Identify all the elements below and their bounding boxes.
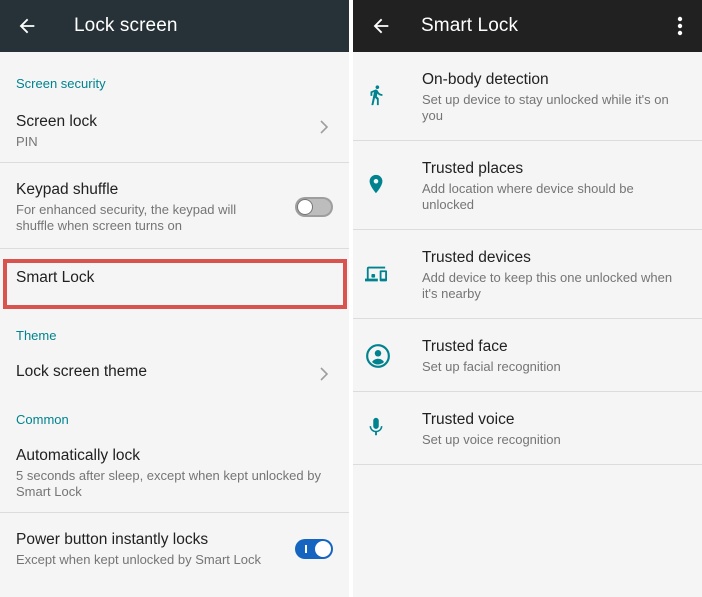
smart-lock-title: Smart Lock <box>16 269 95 286</box>
trusted-voice-description: Set up voice recognition <box>422 432 561 447</box>
toggle-knob <box>315 541 331 557</box>
keypad-shuffle-item[interactable]: Keypad shuffle For enhanced security, th… <box>0 163 349 248</box>
on-body-detection-title: On-body detection <box>422 71 549 88</box>
face-icon <box>366 344 390 368</box>
automatically-lock-item[interactable]: Automatically lock 5 seconds after sleep… <box>0 427 349 512</box>
trusted-face-title: Trusted face <box>422 338 508 355</box>
back-arrow-icon <box>373 18 389 34</box>
trusted-voice-title: Trusted voice <box>422 411 515 428</box>
trusted-devices-item[interactable]: Trusted devices Add device to keep this … <box>353 230 702 318</box>
chevron-right-icon <box>320 366 329 381</box>
location-pin-icon <box>369 174 383 194</box>
power-button-locks-title: Power button instantly locks <box>16 531 209 548</box>
trusted-face-item[interactable]: Trusted face Set up facial recognition <box>353 319 702 391</box>
devices-icon <box>365 266 387 282</box>
section-header-screen-security: Screen security <box>16 76 106 91</box>
back-button[interactable] <box>0 0 54 52</box>
keypad-shuffle-description: For enhanced security, the keypad will s… <box>16 202 237 233</box>
lock-screen-theme-item[interactable]: Lock screen theme <box>0 343 349 404</box>
trusted-places-item[interactable]: Trusted places Add location where device… <box>353 141 702 229</box>
keypad-shuffle-toggle[interactable] <box>295 197 333 217</box>
section-header-common: Common <box>16 412 69 427</box>
power-button-locks-toggle[interactable] <box>295 539 333 559</box>
smart-lock-toolbar: Smart Lock <box>353 0 702 52</box>
back-button[interactable] <box>353 0 409 52</box>
page-title: Lock screen <box>74 15 178 36</box>
trusted-places-title: Trusted places <box>422 160 524 177</box>
screen-lock-title: Screen lock <box>16 113 97 130</box>
smart-lock-panel: Smart Lock On-body detection Set up devi… <box>353 0 702 597</box>
trusted-face-description: Set up facial recognition <box>422 359 561 374</box>
trusted-devices-title: Trusted devices <box>422 249 531 266</box>
walking-person-icon <box>370 85 383 106</box>
smart-lock-item[interactable]: Smart Lock <box>0 249 349 305</box>
microphone-icon <box>369 417 383 436</box>
section-header-theme: Theme <box>16 328 57 343</box>
divider <box>353 464 702 465</box>
lock-screen-toolbar: Lock screen <box>0 0 349 52</box>
lock-screen-theme-title: Lock screen theme <box>16 363 147 380</box>
on-body-detection-description: Set up device to stay unlocked while it'… <box>422 92 669 123</box>
lock-screen-panel: Lock screen Screen security Screen lock … <box>0 0 349 597</box>
trusted-places-description: Add location where device should be unlo… <box>422 181 634 212</box>
more-vert-icon <box>677 16 683 36</box>
screen-lock-item[interactable]: Screen lock PIN <box>0 91 349 162</box>
chevron-right-icon <box>320 119 329 134</box>
page-title: Smart Lock <box>421 15 519 36</box>
more-options-button[interactable] <box>658 0 702 52</box>
screen-lock-value: PIN <box>16 134 38 149</box>
toggle-on-mark <box>305 545 307 553</box>
back-arrow-icon <box>19 18 35 34</box>
keypad-shuffle-title: Keypad shuffle <box>16 181 119 198</box>
on-body-detection-item[interactable]: On-body detection Set up device to stay … <box>353 52 702 140</box>
power-button-locks-item[interactable]: Power button instantly locks Except when… <box>0 513 349 573</box>
automatically-lock-description: 5 seconds after sleep, except when kept … <box>16 468 321 499</box>
trusted-devices-description: Add device to keep this one unlocked whe… <box>422 270 673 301</box>
trusted-voice-item[interactable]: Trusted voice Set up voice recognition <box>353 392 702 464</box>
toggle-knob <box>297 199 313 215</box>
power-button-locks-description: Except when kept unlocked by Smart Lock <box>16 552 261 567</box>
automatically-lock-title: Automatically lock <box>16 447 141 464</box>
